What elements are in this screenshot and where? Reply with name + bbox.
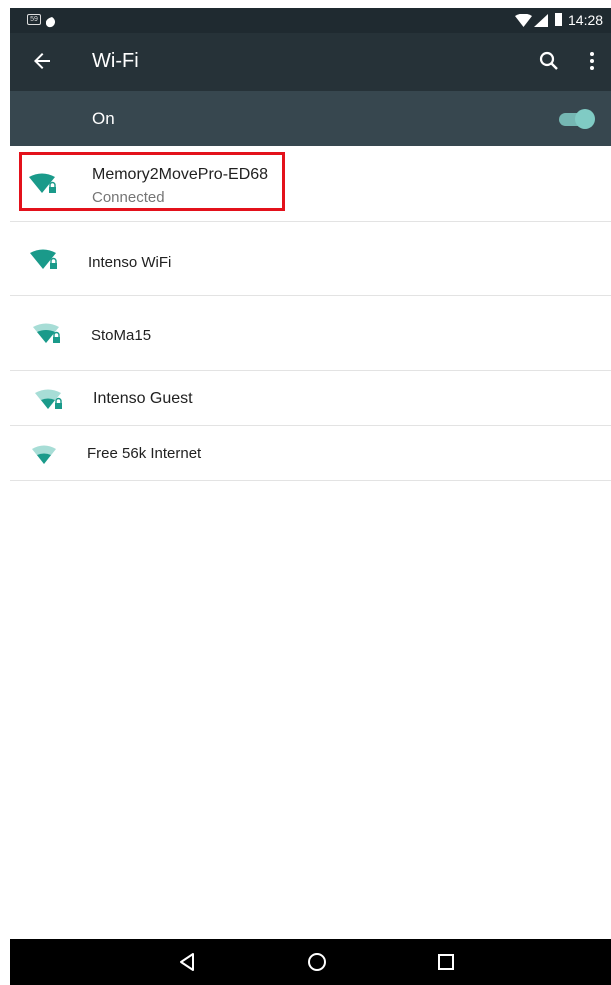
app-bar: Wi-Fi	[10, 33, 611, 91]
status-time: 14:28	[568, 12, 604, 28]
wifi-master-switch-row[interactable]: On	[10, 91, 611, 146]
droplet-icon	[46, 12, 56, 28]
wifi-toggle[interactable]	[557, 109, 597, 129]
cell-signal-icon	[534, 14, 548, 27]
search-icon[interactable]	[537, 49, 561, 73]
wifi-icon	[32, 445, 56, 464]
back-triangle-icon[interactable]	[175, 950, 199, 974]
back-arrow-icon[interactable]	[30, 49, 54, 73]
navigation-bar	[10, 939, 611, 985]
network-item[interactable]: Intenso Guest	[10, 371, 611, 426]
more-vert-icon[interactable]	[580, 49, 604, 73]
network-name: Intenso WiFi	[88, 254, 172, 271]
home-circle-icon[interactable]	[305, 950, 329, 974]
network-name: Free 56k Internet	[87, 445, 202, 462]
wifi-locked-icon	[30, 249, 57, 269]
network-item[interactable]: Intenso WiFi	[10, 222, 611, 296]
wifi-switch-label: On	[92, 109, 115, 128]
network-item[interactable]: StoMa15	[10, 296, 611, 371]
wifi-status-icon	[515, 14, 532, 27]
battery-icon	[555, 13, 562, 26]
network-name: Memory2MovePro-ED68	[92, 166, 269, 183]
toggle-thumb	[575, 109, 595, 129]
status-bar: 59 14:28	[10, 8, 611, 33]
wifi-locked-icon	[29, 173, 56, 193]
network-item[interactable]: Memory2MovePro-ED68 Connected	[10, 146, 611, 222]
wifi-locked-icon	[33, 323, 60, 343]
network-name: Intenso Guest	[93, 390, 193, 407]
wifi-locked-icon	[35, 389, 62, 409]
recents-square-icon[interactable]	[434, 950, 458, 974]
page-title: Wi-Fi	[92, 50, 139, 72]
network-item[interactable]: Free 56k Internet	[10, 426, 611, 481]
network-name: StoMa15	[91, 327, 152, 344]
notification-badge-icon: 59	[27, 14, 41, 25]
network-status: Connected	[92, 189, 165, 206]
